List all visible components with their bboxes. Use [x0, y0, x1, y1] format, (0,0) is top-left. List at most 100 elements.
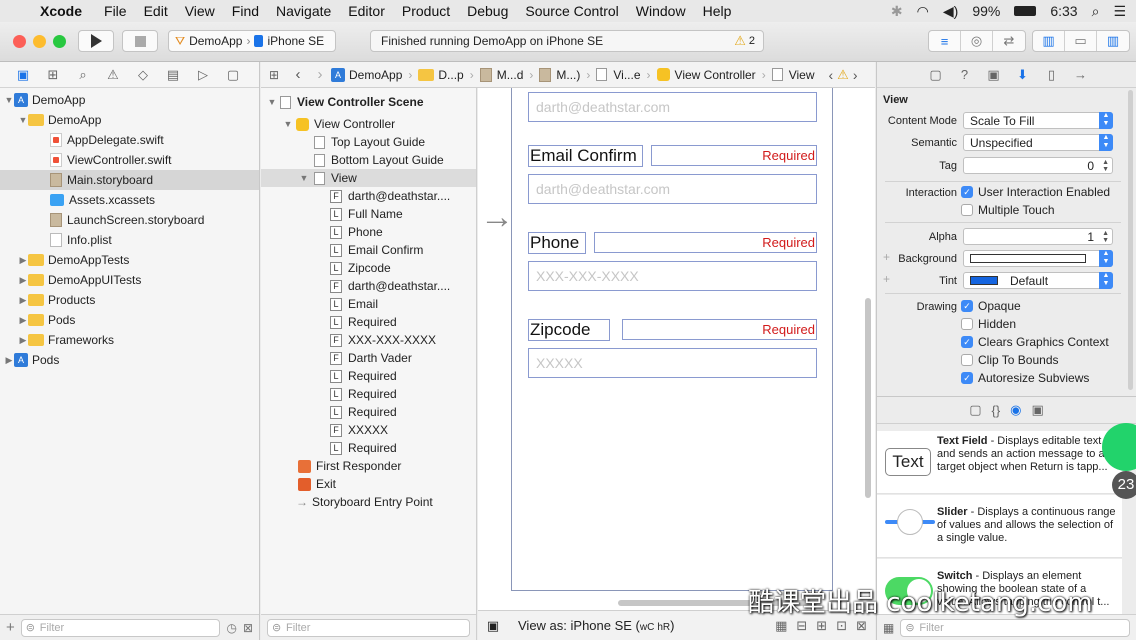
- stepper-icon[interactable]: ▲ ▼: [1102, 230, 1109, 244]
- find-tab-icon[interactable]: ⌕: [68, 67, 98, 83]
- jump-item-group[interactable]: D...p: [418, 68, 464, 82]
- zipcode-required-label[interactable]: Required: [622, 319, 817, 340]
- stop-button[interactable]: [122, 30, 158, 52]
- background-color-popup[interactable]: ▲ ▼: [963, 250, 1113, 267]
- tree-item-appdelegate[interactable]: AppDelegate.swift: [0, 130, 259, 150]
- email-text-field[interactable]: darth@deathstar.com: [528, 92, 817, 122]
- outline-text-field[interactable]: Fdarth@deathstar....: [261, 277, 476, 295]
- view-as-button[interactable]: View as: iPhone SE (wC hR): [518, 618, 674, 633]
- navigator-filter-input[interactable]: ⊜ Filter: [20, 618, 221, 637]
- run-button[interactable]: [78, 30, 114, 52]
- project-navigator-tab-icon[interactable]: ▣: [8, 67, 38, 83]
- tree-item-pods-project[interactable]: ▶ A Pods: [0, 350, 259, 370]
- tree-item-main-storyboard[interactable]: Main.storyboard: [0, 170, 259, 190]
- recent-files-icon[interactable]: ◷: [226, 621, 236, 635]
- outline-label-item[interactable]: L Required: [261, 313, 476, 331]
- jump-item-storyboard[interactable]: M...d: [479, 67, 523, 82]
- test-tab-icon[interactable]: ◇: [128, 67, 158, 83]
- clears-graphics-checkbox[interactable]: ✓ Clears Graphics Context: [961, 335, 1109, 349]
- add-icon[interactable]: +: [6, 619, 15, 636]
- toggle-debug-area-icon[interactable]: ▭: [1065, 31, 1097, 51]
- bluetooth-icon[interactable]: ✱: [891, 3, 903, 20]
- scm-filter-icon[interactable]: ⊠: [243, 621, 253, 635]
- storyboard-canvas[interactable]: → darth@deathstar.com Email Confirm Requ…: [478, 88, 875, 610]
- previous-issue-icon[interactable]: ‹: [828, 67, 833, 83]
- menu-file[interactable]: File: [104, 3, 127, 19]
- report-tab-icon[interactable]: ▢: [218, 67, 248, 83]
- volume-icon[interactable]: ◀): [943, 3, 958, 20]
- outline-label-item[interactable]: L Phone: [261, 223, 476, 241]
- hidden-checkbox[interactable]: Hidden: [961, 317, 1016, 331]
- phone-label[interactable]: Phone: [528, 232, 586, 254]
- disclosure-closed-icon[interactable]: ▶: [18, 315, 28, 326]
- outline-view-controller[interactable]: ▼ View Controller: [261, 115, 476, 133]
- outline-first-responder[interactable]: First Responder: [261, 457, 476, 475]
- outline-label-item[interactable]: L Required: [261, 403, 476, 421]
- library-item-slider[interactable]: Slider - Displays a continuous range of …: [877, 495, 1122, 558]
- quick-help-icon[interactable]: ?: [950, 67, 979, 82]
- disclosure-open-icon[interactable]: ▼: [4, 95, 14, 105]
- source-control-tab-icon[interactable]: ⊞: [38, 67, 68, 83]
- outline-top-layout-guide[interactable]: Top Layout Guide: [261, 133, 476, 151]
- attributes-inspector-icon[interactable]: ⬇: [1008, 67, 1037, 83]
- identity-inspector-icon[interactable]: ▣: [979, 67, 1008, 83]
- scheme-selector[interactable]: ⛛ DemoApp › iPhone SE: [168, 30, 336, 52]
- menu-debug[interactable]: Debug: [467, 3, 508, 19]
- vertical-scrollbar[interactable]: [865, 298, 871, 498]
- tree-item-launchscreen[interactable]: LaunchScreen.storyboard: [0, 210, 259, 230]
- outline-bottom-layout-guide[interactable]: Bottom Layout Guide: [261, 151, 476, 169]
- alpha-stepper[interactable]: 1 ▲ ▼: [963, 228, 1113, 245]
- menu-app-name[interactable]: Xcode: [40, 3, 82, 19]
- clock-time[interactable]: 6:33: [1050, 3, 1077, 19]
- outline-entry-point[interactable]: → Storyboard Entry Point: [261, 493, 476, 511]
- menu-edit[interactable]: Edit: [144, 3, 168, 19]
- zipcode-label[interactable]: Zipcode: [528, 319, 610, 341]
- notification-center-icon[interactable]: ☰: [1113, 3, 1126, 20]
- outline-label-item[interactable]: L Full Name: [261, 205, 476, 223]
- wifi-icon[interactable]: ◠: [917, 3, 929, 20]
- jump-item-project[interactable]: A DemoApp: [331, 67, 402, 82]
- forward-arrow-icon[interactable]: ›: [309, 66, 331, 83]
- stack-view-icon[interactable]: ⊟: [796, 618, 807, 634]
- warning-indicator[interactable]: ⚠ 2: [734, 33, 755, 49]
- menu-window[interactable]: Window: [636, 3, 686, 19]
- standard-editor-icon[interactable]: ≡: [929, 31, 961, 51]
- tree-item-infoplist[interactable]: Info.plist: [0, 230, 259, 250]
- code-snippet-library-icon[interactable]: {}: [991, 403, 1000, 418]
- object-library-icon[interactable]: ◉: [1010, 402, 1021, 418]
- library-item-text-field[interactable]: Text Text Field - Displays editable text…: [877, 431, 1122, 494]
- disclosure-open-icon[interactable]: ▼: [299, 173, 309, 183]
- tree-item-demoapptests[interactable]: ▶ DemoAppTests: [0, 250, 259, 270]
- outline-text-field[interactable]: F XXXXX: [261, 421, 476, 439]
- opaque-checkbox[interactable]: ✓ Opaque: [961, 299, 1021, 313]
- jump-item-view-controller[interactable]: View Controller: [656, 68, 756, 82]
- semantic-popup[interactable]: Unspecified ▲ ▼: [963, 134, 1113, 151]
- outline-label-item[interactable]: L Email: [261, 295, 476, 313]
- file-inspector-icon[interactable]: ▢: [921, 67, 950, 83]
- issue-tab-icon[interactable]: ⚠: [98, 67, 128, 83]
- jump-item-scene[interactable]: Vi...e: [596, 68, 641, 82]
- outline-text-field[interactable]: Fdarth@deathstar....: [261, 187, 476, 205]
- multiple-touch-checkbox[interactable]: Multiple Touch: [961, 203, 1055, 217]
- email-confirm-label[interactable]: Email Confirm: [528, 145, 643, 167]
- disclosure-open-icon[interactable]: ▼: [18, 115, 28, 125]
- content-mode-popup[interactable]: Scale To Fill ▲ ▼: [963, 112, 1113, 129]
- jump-item-storyboard-base[interactable]: M...): [539, 67, 580, 82]
- autoresize-checkbox[interactable]: ✓ Autoresize Subviews: [961, 371, 1089, 385]
- version-editor-icon[interactable]: ⇄: [993, 31, 1025, 51]
- phone-required-label[interactable]: Required: [594, 232, 817, 253]
- jump-item-view[interactable]: View: [771, 68, 814, 82]
- minimize-window-button[interactable]: [33, 35, 46, 48]
- toggle-utilities-icon[interactable]: ▥: [1097, 31, 1129, 51]
- email-confirm-text-field[interactable]: darth@deathstar.com: [528, 174, 817, 204]
- toggle-outline-icon[interactable]: ▣: [478, 618, 508, 634]
- resolve-issues-icon[interactable]: ⊠: [856, 618, 867, 634]
- outline-label-item[interactable]: L Email Confirm: [261, 241, 476, 259]
- file-template-library-icon[interactable]: ▢: [969, 402, 981, 418]
- outline-view[interactable]: ▼ View: [261, 169, 476, 187]
- menu-editor[interactable]: Editor: [348, 3, 385, 19]
- disclosure-open-icon[interactable]: ▼: [283, 119, 293, 129]
- inspector-scrollbar[interactable]: [1128, 90, 1133, 390]
- tree-item-viewcontroller[interactable]: ViewController.swift: [0, 150, 259, 170]
- disclosure-closed-icon[interactable]: ▶: [18, 275, 28, 286]
